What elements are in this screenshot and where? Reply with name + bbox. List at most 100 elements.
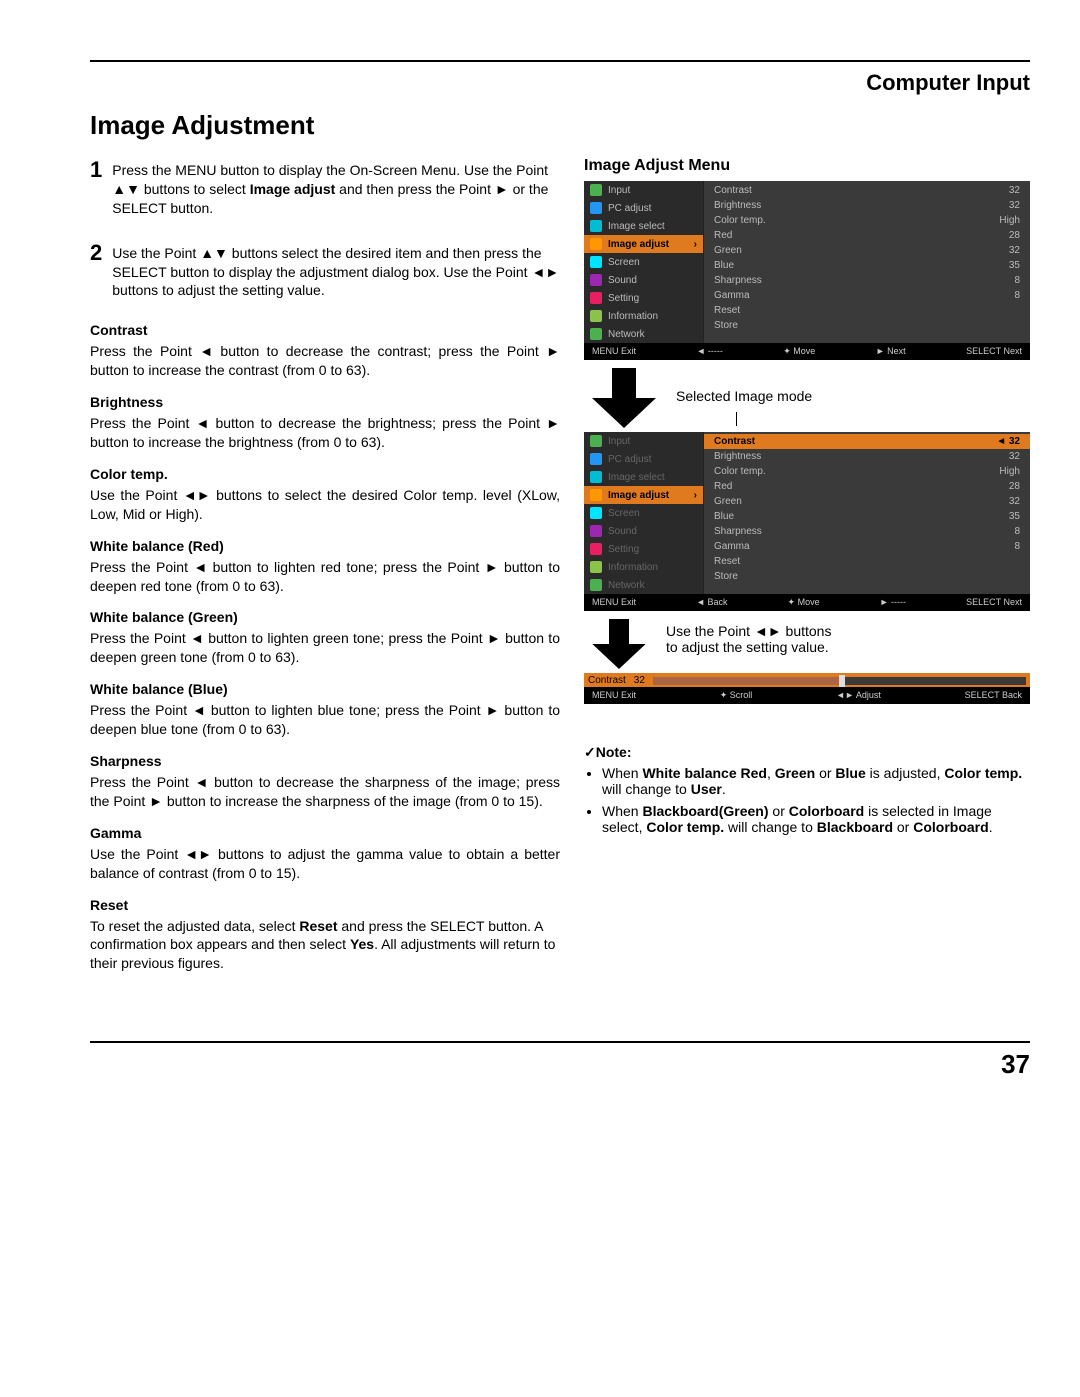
chevron-icon: › <box>694 490 697 501</box>
step-text: Press the MENU button to display the On-… <box>112 161 560 218</box>
menu-icon <box>590 328 602 340</box>
menu-label: Image select <box>608 472 665 483</box>
menu-label: Image adjust <box>608 239 669 250</box>
osd-menu-item: Screen <box>584 253 703 271</box>
osd-menu-item: Screen <box>584 504 703 522</box>
osd-property-row: Color temp.High <box>704 464 1030 479</box>
menu-icon <box>590 256 602 268</box>
property-value: 32 <box>1009 245 1020 256</box>
item-desc: Press the Point ◄ button to decrease the… <box>90 773 560 811</box>
menu-icon <box>590 220 602 232</box>
osd-bar-hint: ► ----- <box>880 597 906 608</box>
selected-mode-caption: Selected Image mode <box>676 388 1030 404</box>
osd-menu-item: PC adjust <box>584 199 703 217</box>
osd-bar-hint: ✦ Move <box>788 597 820 608</box>
menu-icon <box>590 453 602 465</box>
property-key: Sharpness <box>714 526 762 537</box>
osd-menu-item: Input <box>584 181 703 199</box>
menu-label: Network <box>608 580 645 591</box>
menu-label: Network <box>608 329 645 340</box>
property-key: Reset <box>714 305 740 316</box>
arrow-down-icon <box>584 619 654 669</box>
property-key: Sharpness <box>714 275 762 286</box>
property-key: Contrast <box>714 436 755 447</box>
property-value: 35 <box>1009 511 1020 522</box>
menu-label: Image select <box>608 221 665 232</box>
osd-property-row: Color temp.High <box>704 213 1030 228</box>
property-value: ◄ 32 <box>996 436 1020 447</box>
menu-label: Setting <box>608 293 639 304</box>
menu-label: Input <box>608 436 630 447</box>
osd-property-row: Reset <box>704 303 1030 318</box>
osd-property-row: Red28 <box>704 228 1030 243</box>
step-2: 2Use the Point ▲▼ buttons select the des… <box>90 240 560 309</box>
osd-property-row: Contrast ◄ 32 <box>704 434 1030 449</box>
step-1: 1Press the MENU button to display the On… <box>90 157 560 226</box>
property-key: Color temp. <box>714 466 766 477</box>
osd-bar-hint: ► Next <box>876 346 906 357</box>
property-key: Brightness <box>714 451 761 462</box>
osd-bar-hint: MENU Exit <box>592 346 636 357</box>
menu-label: Input <box>608 185 630 196</box>
osd-property-row: Green32 <box>704 494 1030 509</box>
note-item: When Blackboard(Green) or Colorboard is … <box>602 803 1030 835</box>
property-key: Red <box>714 481 732 492</box>
menu-icon <box>590 435 602 447</box>
note-item: When White balance Red, Green or Blue is… <box>602 765 1030 797</box>
property-key: Blue <box>714 260 734 271</box>
slider-value: 32 <box>634 675 645 686</box>
property-value: 8 <box>1014 541 1020 552</box>
osd-menu-item: Network <box>584 325 703 343</box>
property-key: Green <box>714 496 742 507</box>
osd-bar-hint: ◄ ----- <box>696 346 722 357</box>
property-key: Blue <box>714 511 734 522</box>
menu-label: Information <box>608 311 658 322</box>
osd-property-row: Red28 <box>704 479 1030 494</box>
osd-bar-hint: MENU Exit <box>592 597 636 608</box>
illustration-column: Image Adjust Menu Input PC adjust Image se… <box>584 157 1030 981</box>
menu-label: Information <box>608 562 658 573</box>
notes-list: When White balance Red, Green or Blue is… <box>584 765 1030 835</box>
osd-menu-item: Setting <box>584 540 703 558</box>
property-key: Color temp. <box>714 215 766 226</box>
menu-icon <box>590 489 602 501</box>
menu-label: Image adjust <box>608 490 669 501</box>
item-desc: To reset the adjusted data, select Reset… <box>90 917 560 974</box>
osd-property-row: Blue 35 <box>704 509 1030 524</box>
osd-bar-hint: ◄ Back <box>696 597 727 608</box>
menu-label: Screen <box>608 257 640 268</box>
menu-label: Setting <box>608 544 639 555</box>
property-key: Contrast <box>714 185 752 196</box>
menu-icon <box>590 561 602 573</box>
image-adjust-menu-heading: Image Adjust Menu <box>584 157 1030 175</box>
menu-icon <box>590 543 602 555</box>
chevron-icon: › <box>694 239 697 250</box>
osd-menu-item: Sound <box>584 522 703 540</box>
slider-label: Contrast <box>588 675 626 686</box>
menu-label: Screen <box>608 508 640 519</box>
item-heading: Contrast <box>90 322 560 338</box>
menu-icon <box>590 292 602 304</box>
menu-icon <box>590 274 602 286</box>
osd-menu-item: Information <box>584 307 703 325</box>
osd-property-row: Sharpness 8 <box>704 524 1030 539</box>
menu-icon <box>590 310 602 322</box>
property-key: Green <box>714 245 742 256</box>
osd-property-row: Brightness32 <box>704 198 1030 213</box>
osd-property-row: Gamma8 <box>704 288 1030 303</box>
step-number: 1 <box>90 157 102 226</box>
osd-menu-item: Image adjust › <box>584 235 703 253</box>
property-value: 8 <box>1014 526 1020 537</box>
osd-bar-hint: ◄► Adjust <box>836 690 881 701</box>
property-key: Reset <box>714 556 740 567</box>
osd-menu-item: Image select <box>584 217 703 235</box>
menu-icon <box>590 525 602 537</box>
osd-property-row: Gamma8 <box>704 539 1030 554</box>
step-text: Use the Point ▲▼ buttons select the desi… <box>112 244 560 301</box>
menu-icon <box>590 202 602 214</box>
property-key: Brightness <box>714 200 761 211</box>
instructions-column: 1Press the MENU button to display the On… <box>90 157 560 981</box>
menu-icon <box>590 238 602 250</box>
note-heading: ✓Note: <box>584 744 1030 761</box>
property-key: Gamma <box>714 290 750 301</box>
